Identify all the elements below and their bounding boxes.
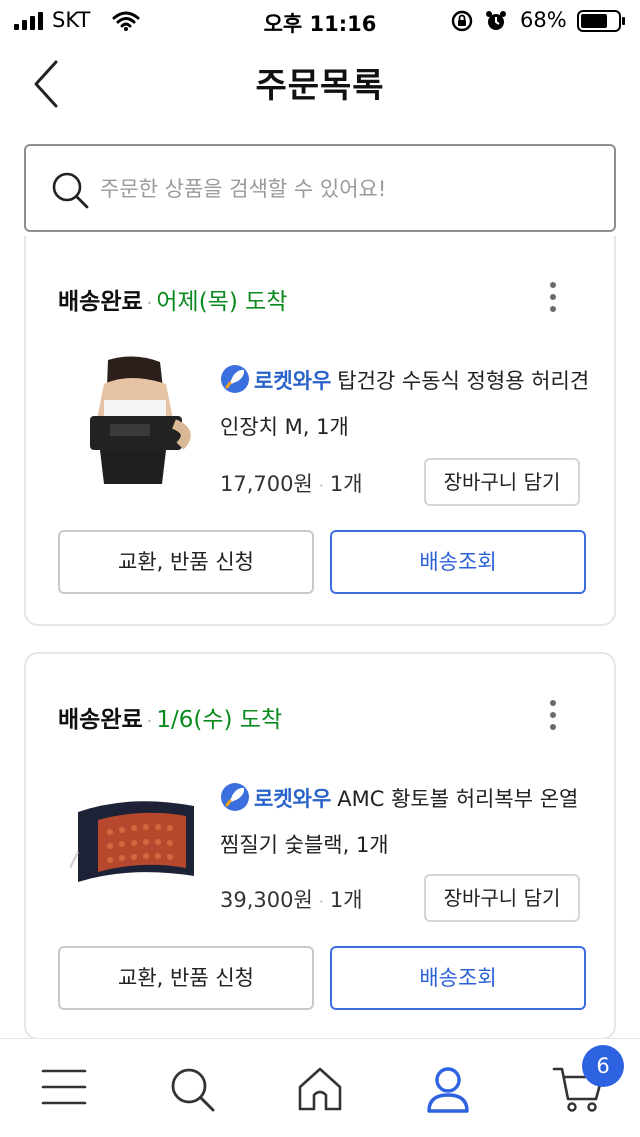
search-icon [52,172,89,209]
battery-percent: 68% [520,8,567,32]
nav-cart[interactable] [512,1039,640,1137]
exchange-return-button[interactable]: 교환, 반품 신청 [58,946,314,1010]
delivery-status-line: 배송완료 · 어제(목) 도착 [58,289,288,315]
track-delivery-button[interactable]: 배송조회 [330,946,586,1010]
add-to-cart-button[interactable]: 장바구니 담기 [424,458,580,506]
more-options-icon[interactable] [548,700,558,736]
product-thumbnail[interactable] [70,772,200,902]
rotation-lock-icon [451,10,473,32]
menu-icon [41,1069,87,1105]
rocket-wow-icon [221,365,249,393]
alarm-icon [486,11,506,30]
status-bar: SKT 오후 11:16 68% [0,0,640,42]
exchange-return-button[interactable]: 교환, 반품 신청 [58,530,314,594]
price: 17,700원 [220,472,313,496]
rocket-wow-icon [221,783,249,811]
nav-my-page[interactable] [384,1039,512,1137]
delivery-status-line: 배송완료 · 1/6(수) 도착 [58,707,283,733]
rocket-wow-label: 로켓와우 [254,369,332,393]
order-card: 배송완료 · 어제(목) 도착 로켓와우 탑건강 수동식 정형용 허리견인장치 M, … [24,236,616,626]
search-input[interactable] [98,170,598,208]
battery-icon [577,10,625,32]
rocket-wow-label: 로켓와우 [254,787,332,811]
product-name-line[interactable]: 로켓와우 AMC 황토볼 허리복부 온열 찜질기 숯블랙, 1개 [220,776,590,868]
cart-count-badge[interactable]: 6 [582,1045,624,1087]
product-thumbnail[interactable] [70,354,200,484]
home-icon [298,1067,342,1111]
search-icon [171,1068,215,1112]
quantity: 1개 [329,888,363,912]
delivery-status: 배송완료 [58,289,143,315]
my-page-icon [427,1067,469,1113]
nav-menu[interactable] [0,1039,128,1137]
price-line: 39,300원 · 1개 [220,888,363,912]
arrival-date: 어제(목) 도착 [156,289,288,315]
delivery-status: 배송완료 [58,707,143,733]
page-title: 주문목록 [255,66,385,106]
arrival-date: 1/6(수) 도착 [156,707,283,733]
more-options-icon[interactable] [548,282,558,318]
product-name-line[interactable]: 로켓와우 탑건강 수동식 정형용 허리견인장치 M, 1개 [220,358,590,450]
nav-home[interactable] [256,1039,384,1137]
price: 39,300원 [220,888,313,912]
quantity: 1개 [329,472,363,496]
search-box[interactable] [24,144,616,232]
order-card: 배송완료 · 1/6(수) 도착 로켓와우 AMC 황토볼 허리복부 온열 찜질기 숯… [24,652,616,1040]
track-delivery-button[interactable]: 배송조회 [330,530,586,594]
add-to-cart-button[interactable]: 장바구니 담기 [424,874,580,922]
price-line: 17,700원 · 1개 [220,472,363,496]
nav-search[interactable] [128,1039,256,1137]
bottom-nav [0,1038,640,1136]
